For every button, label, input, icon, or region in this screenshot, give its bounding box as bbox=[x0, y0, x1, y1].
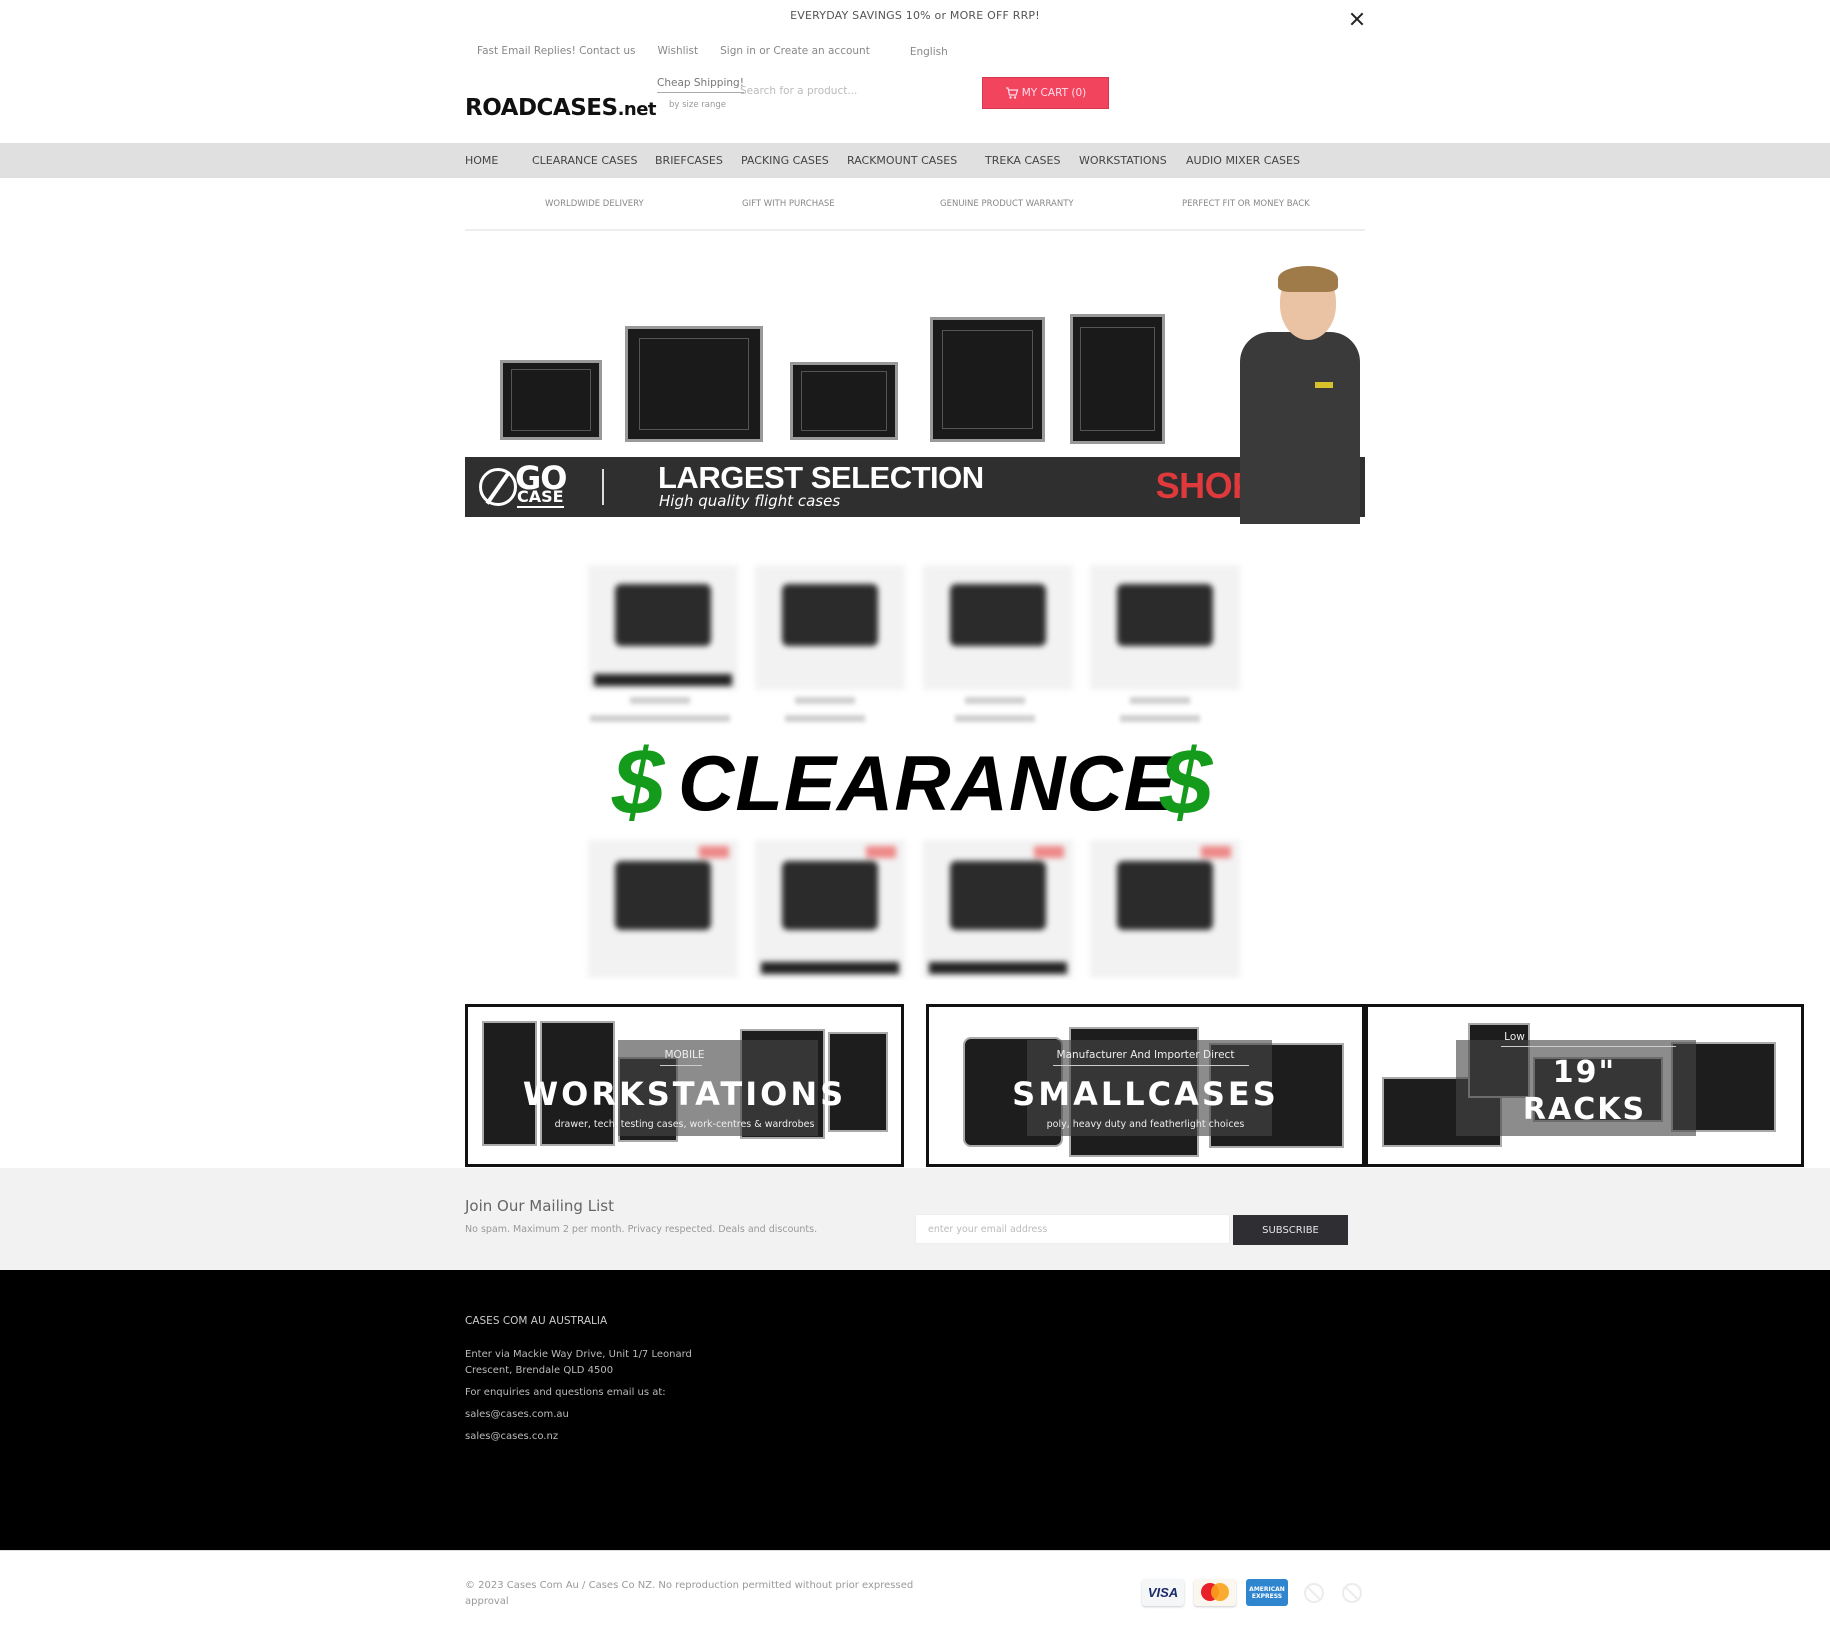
footer-address-line1: Enter via Mackie Way Drive, Unit 1/7 Leo… bbox=[465, 1349, 692, 1360]
footer-heading: CASES COM AU AUSTRALIA bbox=[465, 1315, 608, 1327]
footer: CASES COM AU AUSTRALIA Enter via Mackie … bbox=[0, 1270, 1830, 1550]
nav-briefcases[interactable]: BRIEFCASES bbox=[655, 154, 723, 167]
clearance-headline: $ CLEARANCE $ bbox=[580, 720, 1250, 834]
category-kicker: MOBILE bbox=[664, 1049, 705, 1061]
unavailable-payment-icon bbox=[1304, 1583, 1324, 1603]
globe-icon bbox=[479, 468, 517, 506]
category-title: SMALLCASES bbox=[1012, 1075, 1279, 1113]
perk-gift-with-purchase: GIFT WITH PURCHASE bbox=[742, 199, 835, 209]
category-tile-19in-racks[interactable]: Low 19" RACKS bbox=[1365, 1004, 1804, 1167]
category-desc: drawer, tech, testing cases, work-centre… bbox=[554, 1119, 815, 1130]
category-title-line1: 19" bbox=[1552, 1055, 1617, 1090]
dollar-icon: $ bbox=[612, 729, 665, 834]
close-icon[interactable] bbox=[1350, 12, 1364, 26]
mailing-list-section: Join Our Mailing List No spam. Maximum 2… bbox=[0, 1168, 1830, 1270]
gocase-logo-bottom: CASE bbox=[517, 487, 564, 508]
spokesperson-image bbox=[1220, 262, 1360, 524]
cart-button[interactable]: MY CART (0) bbox=[982, 77, 1109, 109]
category-title-line2: RACKS bbox=[1522, 1092, 1647, 1127]
hero-divider bbox=[602, 469, 604, 505]
case-image bbox=[930, 317, 1045, 442]
blurred-product-tile bbox=[755, 565, 905, 690]
nav-packing-cases[interactable]: PACKING CASES bbox=[741, 154, 829, 167]
cart-icon bbox=[1005, 87, 1019, 99]
announcement-bar: EVERYDAY SAVINGS 10% or MORE OFF RRP! bbox=[790, 9, 1040, 22]
amex-icon: AMERICAN EXPRESS bbox=[1246, 1579, 1288, 1606]
category-tile-workstations[interactable]: MOBILE WORKSTATIONS drawer, tech, testin… bbox=[465, 1004, 904, 1167]
case-image bbox=[790, 362, 898, 440]
nav-home[interactable]: HOME bbox=[465, 154, 498, 167]
blurred-product-tile bbox=[1090, 565, 1240, 690]
case-image bbox=[500, 360, 602, 440]
footer-enquiries: For enquiries and questions email us at: bbox=[465, 1387, 666, 1398]
main-nav: HOME CLEARANCE CASES BRIEFCASES PACKING … bbox=[0, 143, 1830, 178]
case-image bbox=[625, 326, 763, 442]
category-kicker: Low bbox=[1504, 1031, 1525, 1043]
nav-rackmount-cases[interactable]: RACKMOUNT CASES bbox=[847, 154, 957, 167]
blurred-product-tile bbox=[923, 565, 1073, 690]
mailing-subtitle: No spam. Maximum 2 per month. Privacy re… bbox=[465, 1224, 818, 1235]
logo-main: ROADCASES bbox=[465, 95, 618, 121]
blurred-product-tile bbox=[588, 840, 738, 978]
hero-banner[interactable]: GO CASE LARGEST SELECTION High quality f… bbox=[465, 262, 1365, 524]
mailing-title: Join Our Mailing List bbox=[465, 1197, 614, 1215]
blurred-product-tile bbox=[923, 840, 1073, 978]
category-desc: poly, heavy duty and featherlight choice… bbox=[1046, 1119, 1245, 1130]
subscribe-button[interactable]: SUBSCRIBE bbox=[1233, 1215, 1348, 1245]
email-link-nz[interactable]: sales@cases.co.nz bbox=[465, 1431, 558, 1442]
email-link-au[interactable]: sales@cases.com.au bbox=[465, 1409, 569, 1420]
category-kicker: Manufacturer And Importer Direct bbox=[1056, 1049, 1235, 1061]
nav-treka-cases[interactable]: TREKA CASES bbox=[985, 154, 1060, 167]
cart-label: MY CART (0) bbox=[1021, 87, 1087, 99]
category-tile-smallcases[interactable]: Manufacturer And Importer Direct SMALLCA… bbox=[926, 1004, 1365, 1167]
perks-divider bbox=[465, 229, 1365, 231]
blurred-product-tile bbox=[1090, 840, 1240, 978]
unavailable-payment-icon bbox=[1342, 1583, 1362, 1603]
nav-clearance-cases[interactable]: CLEARANCE CASES bbox=[532, 154, 637, 167]
blurred-product-tile bbox=[588, 565, 738, 690]
footer-address-line2: Crescent, Brendale QLD 4500 bbox=[465, 1365, 614, 1376]
category-title: WORKSTATIONS bbox=[522, 1075, 847, 1113]
perk-genuine-warranty: GENUINE PRODUCT WARRANTY bbox=[940, 199, 1074, 209]
email-field[interactable] bbox=[915, 1214, 1230, 1244]
perk-perfect-fit: PERFECT FIT OR MONEY BACK bbox=[1182, 199, 1310, 209]
hero-subtitle: High quality flight cases bbox=[659, 492, 841, 510]
mastercard-icon bbox=[1194, 1579, 1236, 1606]
clearance-banner[interactable]: $ CLEARANCE $ bbox=[580, 560, 1250, 980]
cheap-shipping-link[interactable]: Cheap Shipping! bbox=[657, 77, 744, 93]
bottom-bar: © 2023 Cases Com Au / Cases Co NZ. No re… bbox=[0, 1550, 1830, 1650]
perk-worldwide-delivery: WORLDWIDE DELIVERY bbox=[545, 199, 644, 209]
dollar-icon: $ bbox=[1160, 729, 1213, 834]
clearance-text: CLEARANCE bbox=[678, 739, 1177, 827]
account-link[interactable]: Sign in or Create an account bbox=[720, 45, 870, 58]
case-image bbox=[1070, 314, 1165, 444]
blurred-product-tile bbox=[755, 840, 905, 978]
top-links: Fast Email Replies! Contact us Wishlist … bbox=[477, 45, 970, 58]
nav-workstations[interactable]: WORKSTATIONS bbox=[1079, 154, 1167, 167]
language-selector[interactable]: English bbox=[910, 46, 948, 58]
hero-title: LARGEST SELECTION bbox=[658, 460, 984, 495]
logo-suffix: .net bbox=[617, 99, 657, 120]
wishlist-link[interactable]: Wishlist bbox=[657, 45, 698, 58]
nav-audio-mixer-cases[interactable]: AUDIO MIXER CASES bbox=[1186, 154, 1300, 167]
site-logo[interactable]: ROADCASES.net bbox=[465, 95, 657, 121]
copyright: © 2023 Cases Com Au / Cases Co NZ. No re… bbox=[465, 1580, 914, 1607]
visa-icon: VISA bbox=[1142, 1579, 1184, 1606]
search-input[interactable] bbox=[740, 80, 960, 102]
shipping-subtext: by size range bbox=[669, 100, 727, 110]
contact-link[interactable]: Fast Email Replies! Contact us bbox=[477, 45, 635, 58]
